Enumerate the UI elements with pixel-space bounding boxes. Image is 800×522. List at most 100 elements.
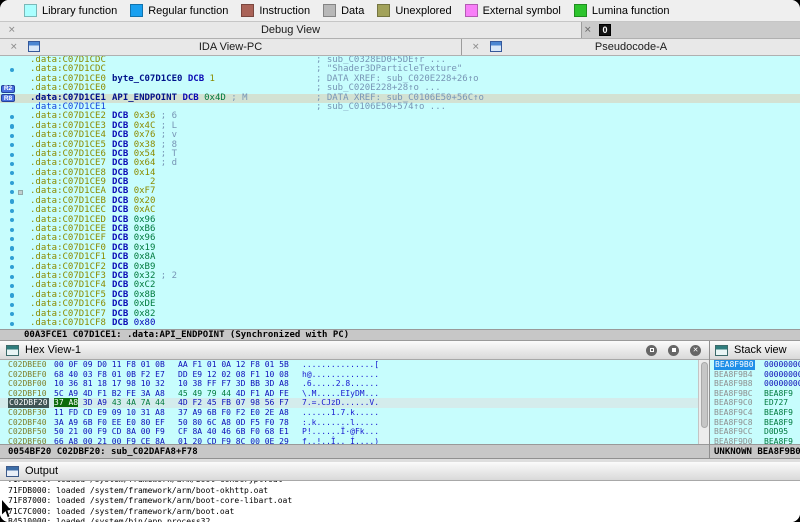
stack-address: BEA8F9C8	[714, 418, 753, 428]
breakpoint-dot[interactable]	[10, 209, 14, 213]
breakpoint-dot[interactable]	[10, 143, 14, 147]
breakpoint-dot[interactable]	[10, 199, 14, 203]
hex-row[interactable]: C02DBF5050 21 00 F9 CD 8A 00 F9CF 8A 40 …	[0, 427, 709, 437]
hex-bytes[interactable]: 11 FD CD E9 09 10 31 A8	[54, 408, 165, 418]
breakpoint-dot[interactable]	[10, 134, 14, 138]
breakpoint-dot[interactable]	[10, 275, 14, 279]
close-panel-icon[interactable]: ✕	[690, 345, 701, 356]
breakpoint-dot[interactable]	[10, 284, 14, 288]
hex-bytes[interactable]: 66 A8 00 21 00 F9 CE 8A	[54, 437, 165, 444]
hex-bytes[interactable]: DD E9 12 02 08 F1 10 08	[178, 370, 289, 380]
stack-row[interactable]: BEA8F9B800000000	[710, 379, 800, 389]
breakpoint-dot[interactable]	[10, 322, 14, 326]
tab-debug-view[interactable]: ✕ Debug View	[0, 22, 582, 38]
hex-row[interactable]: C02DBF403A A9 6B F0 EE E0 80 EF50 80 6C …	[0, 418, 709, 428]
stack-row[interactable]: BEA8F9D0BEA8F9	[710, 437, 800, 444]
code-segment: 0x80	[134, 318, 156, 328]
legend-toolbar: Library functionRegular functionInstruct…	[0, 0, 800, 22]
hex-row[interactable]: C02DBF2037 A8 3D A9 43 4A 7A 444D F2 45 …	[0, 398, 709, 408]
breakpoint-dot[interactable]	[10, 68, 14, 72]
legend-swatch	[130, 4, 143, 17]
hex-row[interactable]: C02DBEF068 40 03 F8 01 0B F2 E7DD E9 12 …	[0, 370, 709, 380]
bottom-panels: Hex View-1 ✕ C02DBEE000 0F 09 D0 11 F8 0…	[0, 341, 800, 458]
disasm-line[interactable]: .data:C07D1CF8DCB 0x80	[0, 319, 800, 328]
hex-ascii: f..!..Î.. Í....)	[302, 437, 379, 444]
code-segment: DCB	[182, 93, 204, 103]
code-segment: API_ENDPOINT	[112, 93, 182, 103]
breakpoint-dot[interactable]	[10, 293, 14, 297]
output-log[interactable]: 71FE6000: loaded /system/framework/arm/b…	[0, 481, 800, 522]
breakpoint-dot[interactable]	[10, 218, 14, 222]
hex-row[interactable]: C02DBF3011 FD CD E9 09 10 31 A837 A9 6B …	[0, 408, 709, 418]
hex-bytes[interactable]: AA F1 01 0A 12 F8 01 5B	[178, 360, 289, 370]
hex-address: C02DBF60	[8, 437, 47, 444]
hex-bytes[interactable]: 3A A9 6B F0 EE E0 80 EF	[54, 418, 165, 428]
hex-row[interactable]: C02DBF105C A9 4D F1 B2 FE 3A A845 49 79 …	[0, 389, 709, 399]
close-icon[interactable]: ✕	[10, 43, 18, 52]
hex-bytes[interactable]: 50 80 6C A8 0D F5 F0 78	[178, 418, 289, 428]
stack-row[interactable]: BEA8F9C4BEA8F9	[710, 408, 800, 418]
stack-row[interactable]: BEA8F9C8BEA8F9	[710, 418, 800, 428]
disassembly-view[interactable]: .data:C07D1CDC; sub_C0328ED0+5DE↑r ....d…	[0, 56, 800, 329]
hex-bytes[interactable]: 00 0F 09 D0 11 F8 01 0B	[54, 360, 165, 370]
hex-bytes[interactable]: 37 A8 3D A9 43 4A 7A 44	[54, 398, 165, 408]
view-tabbar: ✕ IDA View-PC ✕ Pseudocode-A	[0, 39, 800, 56]
breakpoint-dot[interactable]	[10, 115, 14, 119]
breakpoint-dot[interactable]	[10, 181, 14, 185]
stack-row[interactable]: BEA8F9B400000000	[710, 370, 800, 380]
breakpoint-dot[interactable]	[10, 228, 14, 232]
code-segment: 11 FD CD E9 09 10 31 A8	[54, 408, 165, 417]
breakpoint-dot[interactable]	[10, 312, 14, 316]
stack-row[interactable]: BEA8F9CCD0D95	[710, 427, 800, 437]
breakpoint-dot[interactable]	[10, 246, 14, 250]
close-icon[interactable]: ✕	[584, 25, 592, 36]
stack-address: BEA8F9D0	[714, 437, 753, 444]
maximize-icon[interactable]	[668, 345, 679, 356]
legend-item: Library function	[24, 4, 117, 17]
stack-address: BEA8F9C0	[714, 398, 753, 408]
hex-bytes[interactable]: 10 38 FF F7 3D BB 3D A8	[178, 379, 289, 389]
legend-swatch	[24, 4, 37, 17]
hex-dump[interactable]: C02DBEE000 0F 09 D0 11 F8 01 0BAA F1 01 …	[0, 360, 709, 444]
output-header: Output	[0, 462, 800, 481]
hex-row[interactable]: C02DBF60 66 A8 00 21 00 F9 CE 8A 01 20 CD …	[0, 437, 709, 444]
breakpoint-dot[interactable]	[10, 124, 14, 128]
hex-bytes[interactable]: 01 20 CD F9 8C 00 0E 29	[178, 437, 289, 444]
breakpoint-dot[interactable]	[10, 265, 14, 269]
breakpoint-dot[interactable]	[10, 303, 14, 307]
hex-bytes[interactable]: 50 21 00 F9 CD 8A 00 F9	[54, 427, 165, 437]
stack-dump[interactable]: BEA8F9B000000000BEA8F9B400000000BEA8F9B8…	[710, 360, 800, 444]
hex-bytes[interactable]: 45 49 79 44 4D F1 AD FE	[178, 389, 289, 399]
hex-bytes[interactable]: 5C A9 4D F1 B2 FE 3A A8	[54, 389, 165, 399]
code-segment: DCB	[188, 74, 210, 84]
legend-swatch	[377, 4, 390, 17]
hex-bytes[interactable]: 4D F2 45 FB 07 98 56 F7	[178, 398, 289, 408]
tab-list-icon[interactable]: 0	[599, 24, 611, 36]
dock-icon[interactable]	[646, 345, 657, 356]
hex-scrollbar-thumb[interactable]	[701, 362, 708, 428]
tab-pseudocode-a[interactable]: ✕ Pseudocode-A	[462, 39, 800, 55]
breakpoint-dot[interactable]	[10, 153, 14, 157]
close-icon[interactable]: ✕	[472, 43, 480, 52]
breakpoint-dot[interactable]	[10, 237, 14, 241]
hex-bytes[interactable]: 37 A9 6B F0 F2 E0 2E A8	[178, 408, 289, 418]
hex-ascii: h@..............	[302, 370, 379, 380]
hex-ascii: :.k.......l.....	[302, 418, 379, 428]
hex-row[interactable]: C02DBF0010 36 81 18 17 98 10 3210 38 FF …	[0, 379, 709, 389]
stack-row[interactable]: BEA8F9B000000000	[710, 360, 800, 370]
tab-ida-view-pc[interactable]: ✕ IDA View-PC	[0, 39, 462, 55]
stack-row[interactable]: BEA8F9C0ED727	[710, 398, 800, 408]
breakpoint-dot[interactable]	[10, 190, 14, 194]
hex-bytes[interactable]: 68 40 03 F8 01 0B F2 E7	[54, 370, 165, 380]
stack-row[interactable]: BEA8F9BCBEA8F9	[710, 389, 800, 399]
breakpoint-dot[interactable]	[10, 256, 14, 260]
hex-scrollbar[interactable]	[698, 360, 709, 444]
close-icon[interactable]: ✕	[8, 26, 16, 35]
breakpoint-dot[interactable]	[10, 162, 14, 166]
stack-view-header: Stack view	[710, 341, 800, 360]
hex-bytes[interactable]: CF 8A 40 46 6B F0 68 E1	[178, 427, 289, 437]
legend-label: External symbol	[483, 5, 561, 17]
breakpoint-dot[interactable]	[10, 171, 14, 175]
hex-bytes[interactable]: 10 36 81 18 17 98 10 32	[54, 379, 165, 389]
hex-row[interactable]: C02DBEE000 0F 09 D0 11 F8 01 0BAA F1 01 …	[0, 360, 709, 370]
